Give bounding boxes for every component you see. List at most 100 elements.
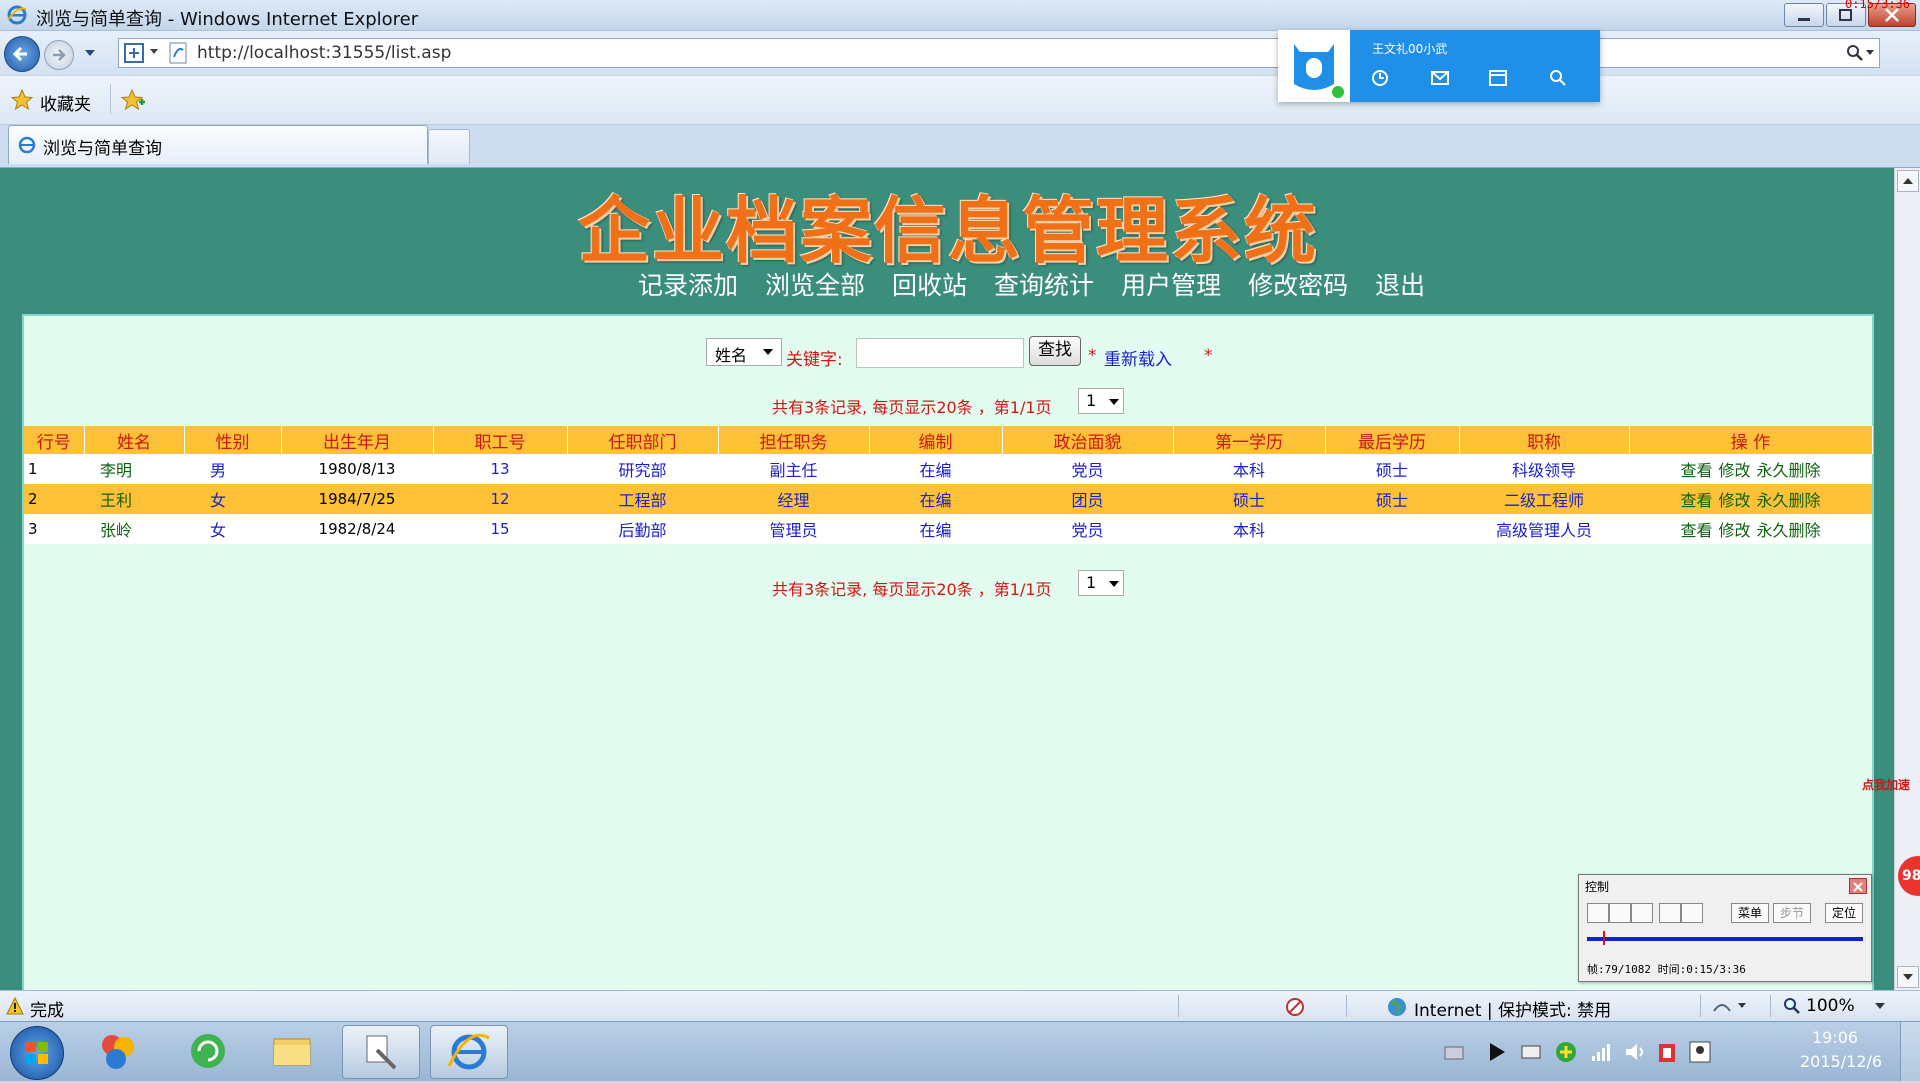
clock-icon[interactable] <box>1370 68 1390 88</box>
menu-query-stats[interactable]: 查询统计 <box>994 266 1094 302</box>
control-menu-button[interactable]: 菜单 <box>1731 903 1769 923</box>
politics-cell: 团员 <box>1002 484 1173 514</box>
avatar[interactable] <box>1278 30 1350 102</box>
navigation-bar: http://localhost:31555/list.asp <box>0 31 1920 75</box>
volume-icon[interactable] <box>1624 1042 1646 1062</box>
search-dropdown-icon[interactable] <box>1865 49 1875 57</box>
search-field-select[interactable]: 姓名 <box>706 338 782 366</box>
name-cell: 王利 <box>84 484 184 514</box>
delete-link[interactable]: 永久删除 <box>1757 461 1821 480</box>
view-link[interactable]: 查看 <box>1680 491 1712 510</box>
history-dropdown-icon[interactable] <box>84 49 96 59</box>
taskbar-explorer[interactable] <box>254 1025 330 1077</box>
speedup-label[interactable]: 点我加速 <box>1862 776 1920 798</box>
menu-change-password[interactable]: 修改密码 <box>1248 266 1348 302</box>
playback-progress-track[interactable] <box>1587 937 1863 941</box>
plus-circle-icon[interactable] <box>1554 1040 1578 1064</box>
edit-link[interactable]: 修改 <box>1718 461 1750 480</box>
clock-date[interactable]: 2015/12/6 <box>1800 1052 1882 1071</box>
control-locate-button[interactable]: 定位 <box>1825 903 1863 923</box>
page-select-bottom[interactable]: 1 <box>1078 570 1124 596</box>
keyword-input[interactable] <box>856 338 1024 368</box>
compat-dropdown-icon[interactable] <box>149 48 159 56</box>
clock-time[interactable]: 19:06 <box>1812 1028 1858 1047</box>
new-tab-button[interactable] <box>428 129 470 164</box>
sex-cell: 女 <box>184 514 281 544</box>
view-link[interactable]: 查看 <box>1680 461 1712 480</box>
page-select-top[interactable]: 1 <box>1078 388 1124 414</box>
search-button[interactable]: 查找 <box>1029 336 1081 366</box>
protected-mode-icon[interactable] <box>1712 997 1748 1015</box>
favorites-button[interactable]: 收藏夹 <box>40 90 91 115</box>
back-arrow-icon <box>12 46 27 62</box>
page-select-value: 1 <box>1086 391 1097 410</box>
back-button[interactable] <box>4 36 40 72</box>
control-button-3[interactable] <box>1631 903 1653 923</box>
toolbar-divider <box>110 84 111 114</box>
window-icon[interactable] <box>1488 68 1508 88</box>
minimize-icon <box>1798 18 1810 21</box>
delete-link[interactable]: 永久删除 <box>1757 521 1821 540</box>
menu-logout[interactable]: 退出 <box>1375 266 1425 302</box>
url-text[interactable]: http://localhost:31555/list.asp <box>197 43 451 63</box>
table-row: 1 李明 男 1980/8/13 13 研究部 副主任 在编 党员 本科 硕士 … <box>24 454 1872 484</box>
start-button[interactable] <box>10 1026 64 1080</box>
name-cell: 李明 <box>84 454 184 484</box>
view-link[interactable]: 查看 <box>1680 521 1712 540</box>
minimize-button[interactable] <box>1784 3 1824 27</box>
zoom-level[interactable]: 100% <box>1806 996 1855 1016</box>
taskbar-ie[interactable] <box>430 1025 508 1079</box>
tools-icon <box>366 1035 397 1070</box>
compat-view-icon[interactable] <box>123 42 145 64</box>
edit-link[interactable]: 修改 <box>1718 491 1750 510</box>
control-step-button[interactable]: 步节 <box>1773 903 1811 923</box>
forward-button[interactable] <box>44 40 74 70</box>
security-tray-icon[interactable] <box>1656 1040 1678 1064</box>
search-icon[interactable] <box>1548 68 1568 88</box>
banner-title: 企业档案信息管理系统 <box>578 188 1319 273</box>
show-desktop-button[interactable] <box>1900 1022 1920 1081</box>
post-cell: 管理员 <box>718 514 869 544</box>
taskbar-app-1[interactable] <box>80 1025 156 1077</box>
chevron-down-icon <box>1109 399 1119 405</box>
control-button-4[interactable] <box>1659 903 1681 923</box>
dept-cell: 后勤部 <box>567 514 718 544</box>
menu-browse-all[interactable]: 浏览全部 <box>765 266 865 302</box>
device-icon[interactable] <box>1520 1042 1542 1062</box>
control-button-1[interactable] <box>1587 903 1609 923</box>
taskbar-app-2[interactable] <box>170 1025 246 1077</box>
tab-browse-query[interactable]: 浏览与简单查询 <box>8 125 428 164</box>
menu-user-management[interactable]: 用户管理 <box>1121 266 1221 302</box>
network-icon[interactable] <box>1590 1042 1612 1062</box>
ie-tab-icon <box>18 136 36 154</box>
keyboard-icon[interactable] <box>1444 1046 1464 1060</box>
zoom-icon[interactable] <box>1782 996 1802 1016</box>
mail-icon[interactable] <box>1430 68 1450 88</box>
last-edu-cell: 硕士 <box>1325 454 1459 484</box>
popup-blocker-icon[interactable] <box>1284 996 1306 1018</box>
play-icon[interactable] <box>1488 1042 1506 1062</box>
control-button-5[interactable] <box>1681 903 1703 923</box>
menu-recycle-bin[interactable]: 回收站 <box>892 266 967 302</box>
user-tray-icon[interactable] <box>1688 1040 1712 1064</box>
header-cell: 担任职务 <box>718 426 870 454</box>
control-button-2[interactable] <box>1609 903 1631 923</box>
favorites-star-icon[interactable] <box>10 88 34 112</box>
reload-link[interactable]: 重新载入 <box>1104 345 1172 370</box>
scroll-down-button[interactable] <box>1897 966 1919 988</box>
favorites-bar: 收藏夹 <box>0 76 1920 125</box>
control-close-button[interactable] <box>1849 878 1867 894</box>
taskbar-tool[interactable] <box>342 1025 420 1079</box>
menu-add-record[interactable]: 记录添加 <box>638 266 738 302</box>
zoom-dropdown-icon[interactable] <box>1874 1002 1886 1010</box>
scroll-up-button[interactable] <box>1897 170 1919 192</box>
address-bar[interactable]: http://localhost:31555/list.asp <box>118 38 1880 68</box>
edit-link[interactable]: 修改 <box>1718 521 1750 540</box>
delete-link[interactable]: 永久删除 <box>1757 491 1821 510</box>
playback-position-marker[interactable] <box>1603 931 1605 945</box>
colorful-app-icon <box>102 1035 134 1069</box>
title-cell: 二级工程师 <box>1459 484 1629 514</box>
search-icon[interactable] <box>1845 43 1865 63</box>
ops-cell: 查看 修改 永久删除 <box>1629 454 1872 484</box>
add-favorite-icon[interactable] <box>120 88 146 112</box>
